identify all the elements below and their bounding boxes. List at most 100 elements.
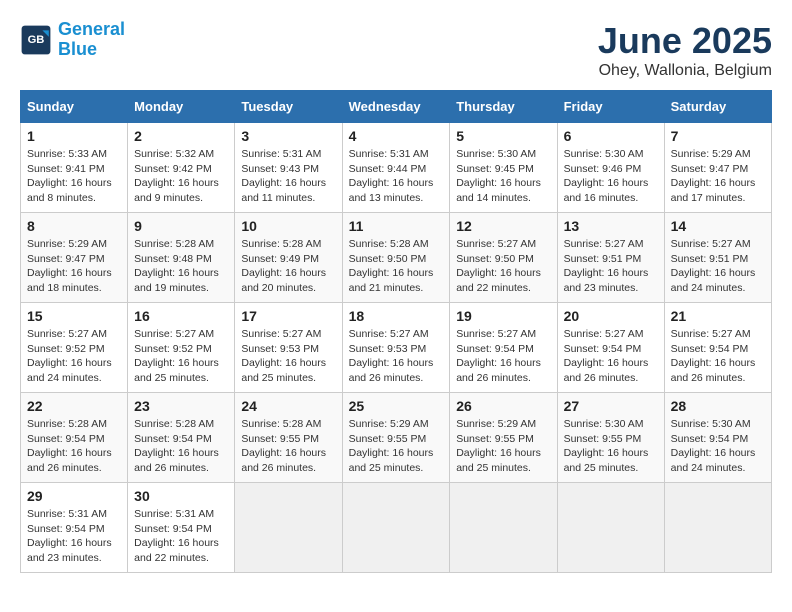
day-cell-w4-d5	[557, 483, 664, 573]
day-info-w1-d1: Sunrise: 5:28 AM Sunset: 9:48 PM Dayligh…	[134, 237, 228, 296]
day-info-w3-d4: Sunrise: 5:29 AM Sunset: 9:55 PM Dayligh…	[456, 417, 550, 476]
day-number-w0-d6: 7	[671, 128, 765, 144]
col-friday: Friday	[557, 91, 664, 123]
day-number-w0-d2: 3	[241, 128, 335, 144]
day-number-w0-d0: 1	[27, 128, 121, 144]
day-number-w1-d2: 10	[241, 218, 335, 234]
day-cell-w3-d3: 25 Sunrise: 5:29 AM Sunset: 9:55 PM Dayli…	[342, 393, 450, 483]
day-number-w1-d4: 12	[456, 218, 550, 234]
day-number-w2-d0: 15	[27, 308, 121, 324]
day-info-w1-d6: Sunrise: 5:27 AM Sunset: 9:51 PM Dayligh…	[671, 237, 765, 296]
day-cell-w3-d1: 23 Sunrise: 5:28 AM Sunset: 9:54 PM Dayli…	[128, 393, 235, 483]
day-info-w1-d3: Sunrise: 5:28 AM Sunset: 9:50 PM Dayligh…	[349, 237, 444, 296]
day-cell-w2-d3: 18Sunrise: 5:27 AM Sunset: 9:53 PM Dayli…	[342, 303, 450, 393]
week-row-1: 8 Sunrise: 5:29 AM Sunset: 9:47 PM Daylig…	[21, 213, 772, 303]
day-cell-w2-d1: 16Sunrise: 5:27 AM Sunset: 9:52 PM Dayli…	[128, 303, 235, 393]
day-cell-w1-d3: 11 Sunrise: 5:28 AM Sunset: 9:50 PM Dayli…	[342, 213, 450, 303]
col-monday: Monday	[128, 91, 235, 123]
day-info-w1-d2: Sunrise: 5:28 AM Sunset: 9:49 PM Dayligh…	[241, 237, 335, 296]
col-wednesday: Wednesday	[342, 91, 450, 123]
day-info-w4-d1: Sunrise: 5:31 AM Sunset: 9:54 PM Dayligh…	[134, 507, 228, 566]
logo-line2: Blue	[58, 39, 97, 59]
day-info-w2-d6: Sunrise: 5:27 AM Sunset: 9:54 PM Dayligh…	[671, 327, 765, 386]
day-number-w3-d4: 26	[456, 398, 550, 414]
day-cell-w2-d0: 15 Sunrise: 5:27 AM Sunset: 9:52 PM Dayli…	[21, 303, 128, 393]
month-title: June 2025	[598, 20, 772, 62]
col-saturday: Saturday	[664, 91, 771, 123]
day-info-w2-d2: Sunrise: 5:27 AM Sunset: 9:53 PM Dayligh…	[241, 327, 335, 386]
day-info-w1-d0: Sunrise: 5:29 AM Sunset: 9:47 PM Dayligh…	[27, 237, 121, 296]
col-tuesday: Tuesday	[235, 91, 342, 123]
day-number-w3-d6: 28	[671, 398, 765, 414]
day-number-w0-d1: 2	[134, 128, 228, 144]
day-number-w1-d0: 8	[27, 218, 121, 234]
day-number-w1-d5: 13	[564, 218, 658, 234]
logo-icon: GB	[20, 24, 52, 56]
logo: GB General Blue	[20, 20, 125, 60]
day-number-w3-d1: 23	[134, 398, 228, 414]
day-cell-w0-d0: 1Sunrise: 5:33 AM Sunset: 9:41 PM Daylig…	[21, 123, 128, 213]
day-info-w3-d0: Sunrise: 5:28 AM Sunset: 9:54 PM Dayligh…	[27, 417, 121, 476]
week-row-2: 15 Sunrise: 5:27 AM Sunset: 9:52 PM Dayli…	[21, 303, 772, 393]
day-info-w0-d5: Sunrise: 5:30 AM Sunset: 9:46 PM Dayligh…	[564, 147, 658, 206]
day-cell-w0-d4: 5Sunrise: 5:30 AM Sunset: 9:45 PM Daylig…	[450, 123, 557, 213]
header-row: Sunday Monday Tuesday Wednesday Thursday…	[21, 91, 772, 123]
day-cell-w0-d6: 7 Sunrise: 5:29 AM Sunset: 9:47 PM Daylig…	[664, 123, 771, 213]
day-info-w3-d1: Sunrise: 5:28 AM Sunset: 9:54 PM Dayligh…	[134, 417, 228, 476]
day-cell-w3-d2: 24Sunrise: 5:28 AM Sunset: 9:55 PM Dayli…	[235, 393, 342, 483]
day-info-w4-d0: Sunrise: 5:31 AM Sunset: 9:54 PM Dayligh…	[27, 507, 121, 566]
calendar-table: Sunday Monday Tuesday Wednesday Thursday…	[20, 90, 772, 573]
day-info-w2-d4: Sunrise: 5:27 AM Sunset: 9:54 PM Dayligh…	[456, 327, 550, 386]
header: GB General Blue June 2025 Ohey, Wallonia…	[20, 20, 772, 80]
day-cell-w3-d6: 28 Sunrise: 5:30 AM Sunset: 9:54 PM Dayli…	[664, 393, 771, 483]
day-info-w1-d4: Sunrise: 5:27 AM Sunset: 9:50 PM Dayligh…	[456, 237, 550, 296]
col-sunday: Sunday	[21, 91, 128, 123]
day-number-w3-d3: 25	[349, 398, 444, 414]
day-cell-w0-d5: 6 Sunrise: 5:30 AM Sunset: 9:46 PM Daylig…	[557, 123, 664, 213]
day-cell-w4-d4	[450, 483, 557, 573]
day-number-w2-d3: 18	[349, 308, 444, 324]
day-info-w0-d2: Sunrise: 5:31 AM Sunset: 9:43 PM Dayligh…	[241, 147, 335, 206]
day-cell-w1-d5: 13Sunrise: 5:27 AM Sunset: 9:51 PM Dayli…	[557, 213, 664, 303]
day-number-w3-d5: 27	[564, 398, 658, 414]
day-cell-w4-d0: 29 Sunrise: 5:31 AM Sunset: 9:54 PM Dayli…	[21, 483, 128, 573]
week-row-0: 1Sunrise: 5:33 AM Sunset: 9:41 PM Daylig…	[21, 123, 772, 213]
day-number-w3-d0: 22	[27, 398, 121, 414]
day-info-w2-d0: Sunrise: 5:27 AM Sunset: 9:52 PM Dayligh…	[27, 327, 121, 386]
day-number-w1-d6: 14	[671, 218, 765, 234]
location-title: Ohey, Wallonia, Belgium	[598, 62, 772, 80]
day-cell-w2-d5: 20 Sunrise: 5:27 AM Sunset: 9:54 PM Dayli…	[557, 303, 664, 393]
day-number-w4-d0: 29	[27, 488, 121, 504]
day-info-w2-d1: Sunrise: 5:27 AM Sunset: 9:52 PM Dayligh…	[134, 327, 228, 386]
day-cell-w1-d0: 8 Sunrise: 5:29 AM Sunset: 9:47 PM Daylig…	[21, 213, 128, 303]
day-info-w0-d4: Sunrise: 5:30 AM Sunset: 9:45 PM Dayligh…	[456, 147, 550, 206]
day-cell-w2-d6: 21Sunrise: 5:27 AM Sunset: 9:54 PM Dayli…	[664, 303, 771, 393]
day-cell-w3-d5: 27 Sunrise: 5:30 AM Sunset: 9:55 PM Dayli…	[557, 393, 664, 483]
day-info-w3-d6: Sunrise: 5:30 AM Sunset: 9:54 PM Dayligh…	[671, 417, 765, 476]
day-cell-w0-d3: 4 Sunrise: 5:31 AM Sunset: 9:44 PM Daylig…	[342, 123, 450, 213]
day-cell-w4-d2	[235, 483, 342, 573]
day-cell-w3-d0: 22 Sunrise: 5:28 AM Sunset: 9:54 PM Dayli…	[21, 393, 128, 483]
day-cell-w1-d6: 14 Sunrise: 5:27 AM Sunset: 9:51 PM Dayli…	[664, 213, 771, 303]
day-info-w0-d1: Sunrise: 5:32 AM Sunset: 9:42 PM Dayligh…	[134, 147, 228, 206]
logo-text: General Blue	[58, 20, 125, 60]
logo-line1: General	[58, 19, 125, 39]
day-number-w0-d5: 6	[564, 128, 658, 144]
day-cell-w2-d4: 19 Sunrise: 5:27 AM Sunset: 9:54 PM Dayli…	[450, 303, 557, 393]
day-info-w0-d6: Sunrise: 5:29 AM Sunset: 9:47 PM Dayligh…	[671, 147, 765, 206]
day-number-w1-d3: 11	[349, 218, 444, 234]
day-cell-w4-d1: 30 Sunrise: 5:31 AM Sunset: 9:54 PM Dayli…	[128, 483, 235, 573]
day-cell-w1-d2: 10 Sunrise: 5:28 AM Sunset: 9:49 PM Dayli…	[235, 213, 342, 303]
day-number-w2-d5: 20	[564, 308, 658, 324]
day-info-w2-d5: Sunrise: 5:27 AM Sunset: 9:54 PM Dayligh…	[564, 327, 658, 386]
day-number-w0-d3: 4	[349, 128, 444, 144]
day-number-w3-d2: 24	[241, 398, 335, 414]
day-info-w3-d3: Sunrise: 5:29 AM Sunset: 9:55 PM Dayligh…	[349, 417, 444, 476]
week-row-4: 29 Sunrise: 5:31 AM Sunset: 9:54 PM Dayli…	[21, 483, 772, 573]
title-area: June 2025 Ohey, Wallonia, Belgium	[598, 20, 772, 80]
day-cell-w3-d4: 26 Sunrise: 5:29 AM Sunset: 9:55 PM Dayli…	[450, 393, 557, 483]
day-info-w0-d3: Sunrise: 5:31 AM Sunset: 9:44 PM Dayligh…	[349, 147, 444, 206]
day-info-w3-d5: Sunrise: 5:30 AM Sunset: 9:55 PM Dayligh…	[564, 417, 658, 476]
day-number-w4-d1: 30	[134, 488, 228, 504]
day-number-w2-d4: 19	[456, 308, 550, 324]
